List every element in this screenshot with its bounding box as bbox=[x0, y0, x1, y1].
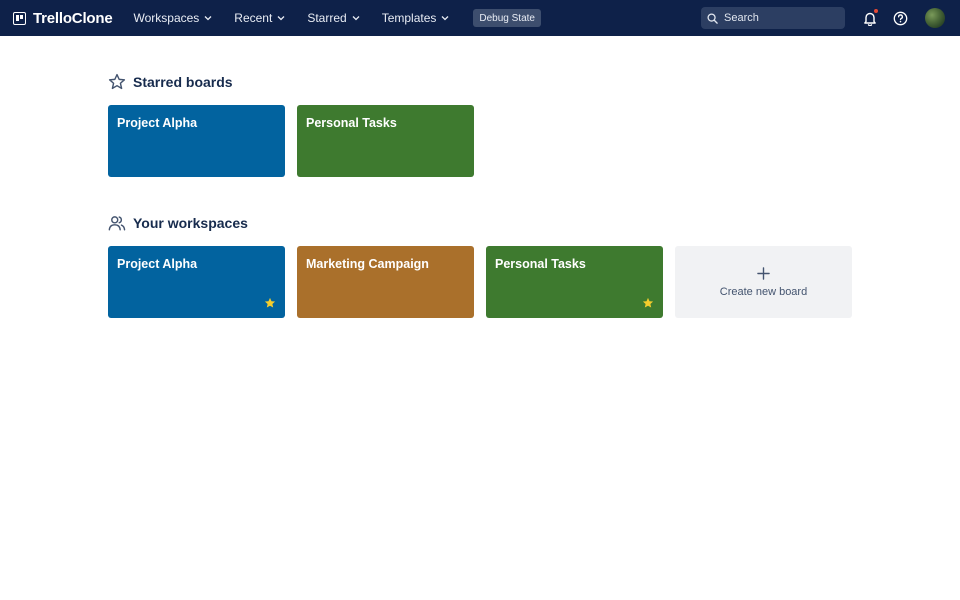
chevron-down-icon bbox=[441, 16, 449, 21]
board-card-marketing-campaign[interactable]: Marketing Campaign bbox=[297, 246, 474, 318]
help-button[interactable] bbox=[890, 8, 910, 28]
star-filled-icon[interactable] bbox=[264, 297, 276, 309]
create-new-board-label: Create new board bbox=[719, 285, 808, 298]
starred-boards-header: Starred boards bbox=[108, 73, 233, 91]
board-title: Marketing Campaign bbox=[306, 257, 429, 271]
workspaces-header: Your workspaces bbox=[108, 214, 248, 232]
nav-workspaces-label: Workspaces bbox=[133, 11, 200, 25]
board-card-project-alpha[interactable]: Project Alpha bbox=[108, 105, 285, 177]
help-icon bbox=[893, 11, 907, 25]
create-new-board-button[interactable]: Create new board bbox=[675, 246, 852, 318]
board-card-personal-tasks[interactable]: Personal Tasks bbox=[297, 105, 474, 177]
header-right: Search bbox=[701, 0, 960, 36]
brand-name: TrelloClone bbox=[33, 9, 113, 27]
nav-recent-label: Recent bbox=[234, 11, 273, 25]
board-title: Personal Tasks bbox=[495, 257, 586, 271]
main-nav: Workspaces Recent Starred Templates Debu… bbox=[133, 9, 541, 27]
nav-workspaces-dropdown[interactable]: Workspaces bbox=[133, 11, 212, 25]
search-input[interactable]: Search bbox=[701, 7, 845, 29]
nav-recent-dropdown[interactable]: Recent bbox=[234, 11, 285, 25]
notification-badge bbox=[873, 8, 879, 14]
chevron-down-icon bbox=[204, 16, 212, 21]
board-title: Personal Tasks bbox=[306, 116, 397, 130]
nav-starred-dropdown[interactable]: Starred bbox=[307, 11, 360, 25]
board-card-project-alpha[interactable]: Project Alpha bbox=[108, 246, 285, 318]
debug-state-button[interactable]: Debug State bbox=[473, 9, 541, 27]
search-icon bbox=[707, 12, 718, 24]
nav-templates-label: Templates bbox=[381, 11, 437, 25]
top-navbar: TrelloClone Workspaces Recent Starred Te… bbox=[0, 0, 960, 36]
board-logo-icon bbox=[13, 11, 26, 25]
search-placeholder: Search bbox=[724, 12, 759, 24]
user-avatar[interactable] bbox=[925, 8, 945, 28]
notifications-button[interactable] bbox=[860, 8, 880, 28]
chevron-down-icon bbox=[277, 16, 285, 21]
brand-logo[interactable]: TrelloClone bbox=[13, 9, 113, 27]
star-filled-icon[interactable] bbox=[642, 297, 654, 309]
board-title: Project Alpha bbox=[117, 116, 198, 130]
star-outline-icon bbox=[108, 73, 126, 90]
plus-icon bbox=[757, 266, 770, 280]
nav-templates-dropdown[interactable]: Templates bbox=[382, 11, 450, 25]
users-icon bbox=[108, 216, 126, 231]
section-title: Your workspaces bbox=[133, 215, 248, 231]
board-title: Project Alpha bbox=[117, 257, 198, 271]
board-card-personal-tasks[interactable]: Personal Tasks bbox=[486, 246, 663, 318]
chevron-down-icon bbox=[352, 16, 360, 21]
section-title: Starred boards bbox=[133, 74, 233, 90]
nav-starred-label: Starred bbox=[307, 11, 347, 25]
